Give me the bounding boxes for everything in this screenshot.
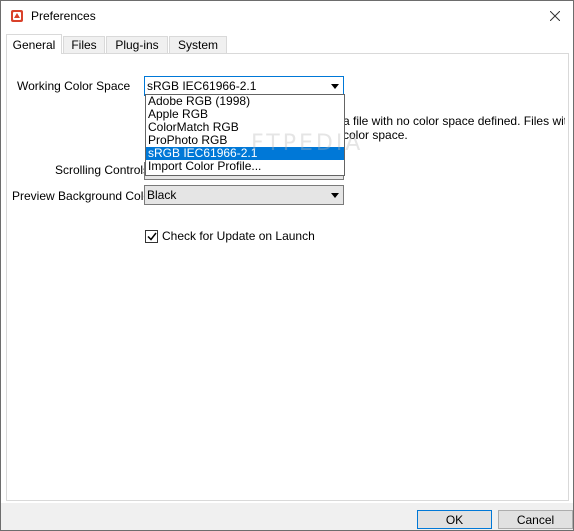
tab-strip: General Files Plug-ins System (6, 34, 566, 54)
cancel-button[interactable]: Cancel (498, 510, 573, 529)
description-line-1: a file with no color space defined. File… (343, 114, 565, 128)
app-icon (10, 9, 24, 23)
color-space-description: a file with no color space defined. File… (343, 114, 565, 142)
close-icon (550, 11, 560, 21)
title-bar: Preferences (1, 1, 573, 31)
close-button[interactable] (543, 5, 567, 27)
preview-background-label: Preview Background Color (12, 189, 155, 203)
dropdown-option[interactable]: Import Color Profile... (146, 160, 344, 173)
working-color-space-select[interactable]: sRGB IEC61966-2.1 (144, 76, 344, 96)
tab-system[interactable]: System (169, 36, 227, 53)
check-update-checkbox[interactable] (145, 230, 158, 243)
window-title: Preferences (31, 9, 96, 23)
check-update-label: Check for Update on Launch (162, 229, 315, 243)
dialog-footer: OK Cancel (1, 503, 573, 530)
ok-button[interactable]: OK (417, 510, 492, 529)
checkmark-icon (146, 232, 157, 241)
working-color-space-value: sRGB IEC61966-2.1 (147, 79, 257, 93)
scrolling-controls-label: Scrolling Controls (55, 163, 150, 177)
color-space-dropdown-list: Adobe RGB (1998) Apple RGB ColorMatch RG… (145, 94, 345, 176)
description-line-2: color space. (343, 128, 408, 142)
chevron-down-icon (327, 186, 343, 204)
working-color-space-label: Working Color Space (17, 79, 131, 93)
preview-background-value: Black (147, 188, 177, 202)
tab-general[interactable]: General (6, 34, 62, 54)
chevron-down-icon (327, 77, 343, 95)
tab-plug-ins[interactable]: Plug-ins (106, 36, 168, 53)
preferences-window: Preferences General Files Plug-ins Syste… (0, 0, 574, 531)
preview-background-select[interactable]: Black (144, 185, 344, 205)
tab-files[interactable]: Files (63, 36, 105, 53)
